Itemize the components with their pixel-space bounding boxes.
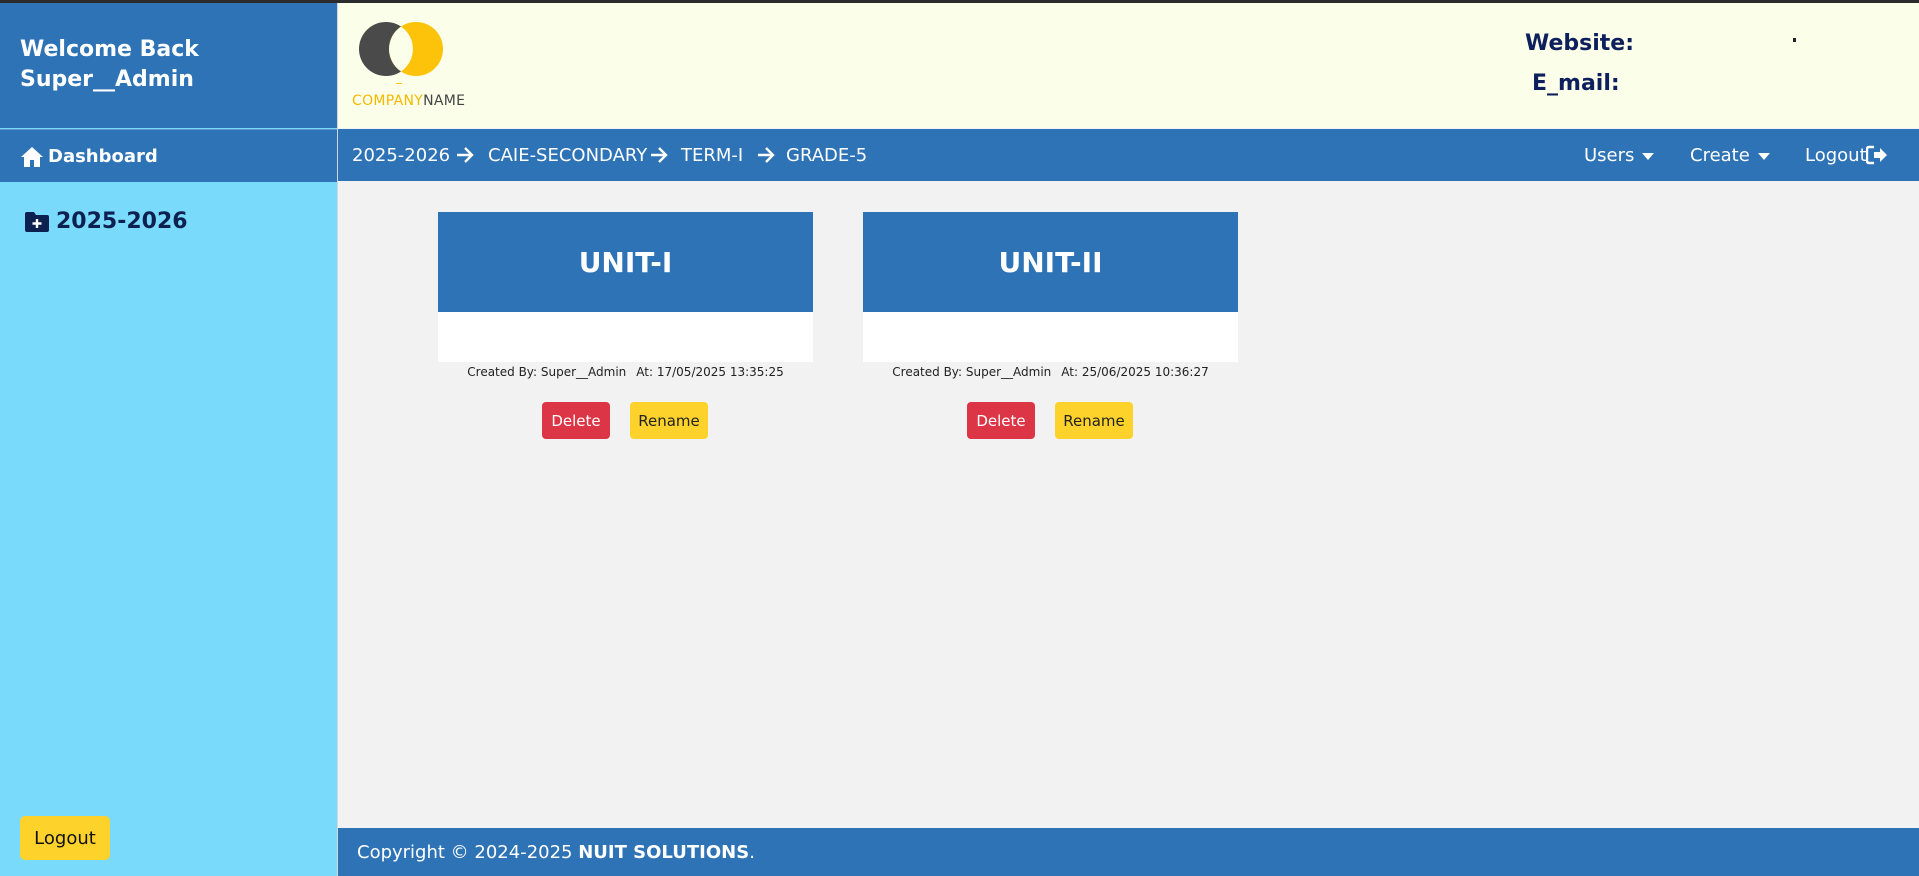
- header-dot: [1793, 38, 1796, 42]
- sidebar-item-label: 2025-2026: [56, 209, 188, 234]
- logo-company-name: COMPANYNAME: [352, 93, 466, 109]
- unit-card: UNIT-I Created By: Super__Admin At: 17/05…: [438, 212, 813, 382]
- arrow-right-icon: [457, 147, 474, 163]
- created-by-text: Created By: Super__Admin: [892, 365, 1052, 379]
- unit-card-title[interactable]: UNIT-I: [438, 212, 813, 312]
- created-by-text: Created By: Super__Admin: [467, 365, 627, 379]
- breadcrumb-board[interactable]: CAIE-SECONDARY: [488, 145, 647, 166]
- welcome-text: Welcome Back: [20, 37, 199, 62]
- breadcrumb-year[interactable]: 2025-2026: [352, 145, 450, 166]
- sidebar-logout-button[interactable]: Logout: [20, 816, 110, 860]
- rename-button[interactable]: Rename: [630, 402, 708, 439]
- unit-card-body: [863, 312, 1238, 362]
- logout-label: Logout: [1805, 145, 1867, 166]
- unit-card-body: [438, 312, 813, 362]
- caret-down-icon: [1642, 152, 1655, 160]
- created-at-text: At: 17/05/2025 13:35:25: [636, 365, 784, 379]
- arrow-right-icon: [651, 147, 668, 163]
- users-label: Users: [1584, 145, 1635, 166]
- welcome-panel: Welcome Back Super__Admin: [0, 3, 337, 128]
- sign-out-icon: [1866, 145, 1887, 165]
- website-label: Website:: [1525, 31, 1635, 56]
- unit-card-meta: Created By: Super__Admin At: 25/06/2025 1…: [863, 362, 1238, 382]
- arrow-right-icon: [758, 147, 775, 163]
- breadcrumb-term[interactable]: TERM-I: [681, 145, 743, 166]
- nav-logout-button[interactable]: Logout: [1805, 145, 1867, 166]
- home-icon: [21, 147, 43, 167]
- rename-button[interactable]: Rename: [1055, 402, 1133, 439]
- sidebar-item-label: Dashboard: [48, 146, 158, 167]
- create-label: Create: [1690, 145, 1750, 166]
- footer: Copyright © 2024-2025 NUIT SOLUTIONS.: [338, 828, 1919, 876]
- sidebar: Welcome Back Super__Admin Dashboard 2025…: [0, 3, 338, 876]
- caret-down-icon: [1757, 152, 1770, 160]
- company-logo[interactable]: COMPANYNAME: [352, 19, 472, 114]
- unit-card-meta: Created By: Super__Admin At: 17/05/2025 1…: [438, 362, 813, 382]
- logo-icon: [359, 22, 443, 84]
- breadcrumb-grade[interactable]: GRADE-5: [786, 145, 867, 166]
- delete-button[interactable]: Delete: [542, 402, 610, 439]
- create-dropdown[interactable]: Create: [1690, 145, 1770, 166]
- users-dropdown[interactable]: Users: [1584, 145, 1655, 166]
- delete-button[interactable]: Delete: [967, 402, 1035, 439]
- unit-card-title[interactable]: UNIT-II: [863, 212, 1238, 312]
- copyright-text: Copyright © 2024-2025 NUIT SOLUTIONS.: [357, 842, 755, 863]
- welcome-username: Super__Admin: [20, 67, 194, 92]
- folder-plus-icon: [25, 212, 49, 232]
- top-navbar: 2025-2026 CAIE-SECONDARY TERM-I GRADE-5 …: [338, 129, 1919, 181]
- email-label: E_mail:: [1532, 71, 1620, 96]
- header: COMPANYNAME Website: E_mail:: [338, 3, 1919, 128]
- footer-company-name: NUIT SOLUTIONS: [578, 842, 750, 863]
- unit-card: UNIT-II Created By: Super__Admin At: 25/0…: [863, 212, 1238, 382]
- created-at-text: At: 25/06/2025 10:36:27: [1061, 365, 1209, 379]
- sidebar-item-dashboard[interactable]: Dashboard: [0, 129, 337, 182]
